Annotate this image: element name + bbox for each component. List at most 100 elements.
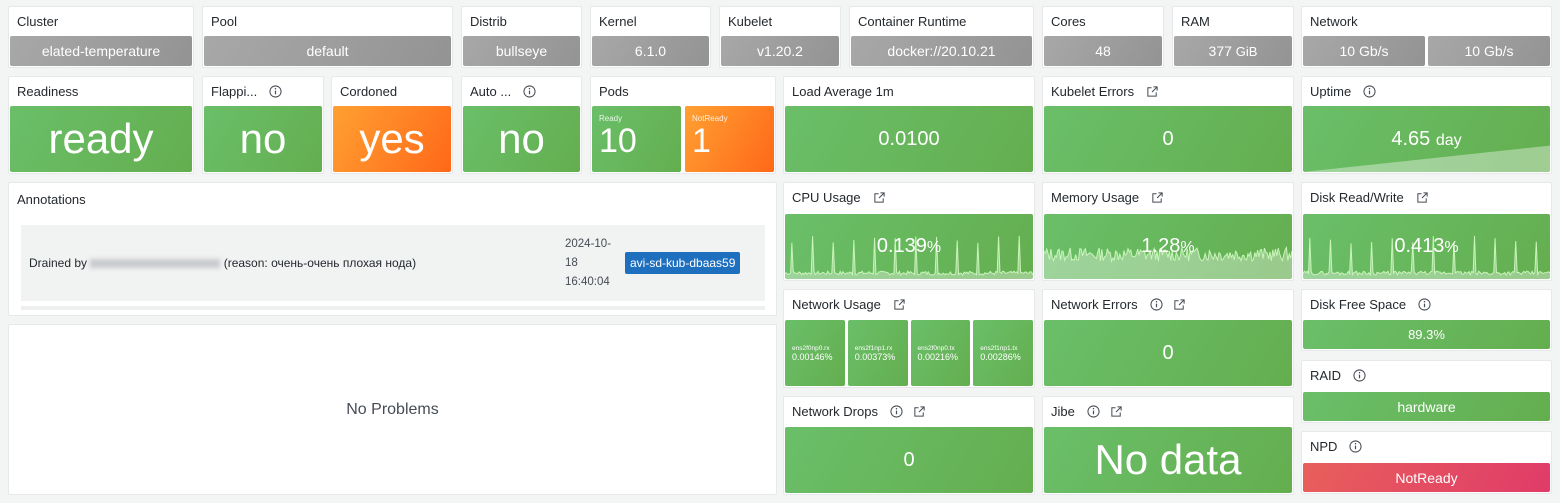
network-usage-item: ens2f0np0.rx 0.00146% bbox=[785, 320, 845, 386]
external-link-icon[interactable] bbox=[1110, 405, 1123, 418]
panel-title-text: NPD bbox=[1310, 439, 1338, 454]
ram-value: 377 GiB bbox=[1174, 36, 1292, 66]
disk-rw-value: 0.413% bbox=[1394, 235, 1458, 258]
external-link-icon[interactable] bbox=[1151, 191, 1164, 204]
panel-title: Kubelet bbox=[728, 14, 773, 29]
panel-title-text: Kubelet Errors bbox=[1051, 84, 1135, 99]
external-link-icon[interactable] bbox=[1416, 191, 1429, 204]
disk-rw-unit: % bbox=[1444, 239, 1459, 256]
panel-title: Disk Free Space bbox=[1302, 290, 1551, 319]
info-icon[interactable] bbox=[1087, 405, 1100, 418]
info-icon[interactable] bbox=[1349, 440, 1363, 453]
external-link-icon[interactable] bbox=[1146, 85, 1159, 98]
memory-number: 1.28 bbox=[1141, 235, 1181, 257]
distrib-panel: Distrib bullseye bbox=[461, 6, 582, 68]
pool-value: default bbox=[204, 36, 451, 66]
annotation-tag[interactable]: avi-sd-kub-dbaas59 bbox=[625, 252, 741, 274]
info-icon[interactable] bbox=[1363, 85, 1376, 98]
panel-title-text: Network Errors bbox=[1051, 297, 1138, 312]
cpu-number: 0.139 bbox=[876, 235, 927, 257]
kernel-value: 6.1.0 bbox=[592, 36, 709, 66]
network-errors-value: 0 bbox=[1044, 320, 1292, 386]
info-icon[interactable] bbox=[1418, 298, 1431, 311]
external-link-icon[interactable] bbox=[913, 405, 926, 418]
annotation-item[interactable]: Drained by (reason: очень-очень плохая н… bbox=[21, 225, 765, 301]
panel-title-text: CPU Usage bbox=[792, 190, 861, 205]
kubelet-errors-panel: Kubelet Errors 0 bbox=[1042, 76, 1294, 174]
ram-panel: RAM 377 GiB bbox=[1172, 6, 1294, 68]
panel-title: CPU Usage bbox=[784, 183, 1034, 212]
annotations-scrollbar[interactable] bbox=[21, 306, 765, 310]
interface-value: 0.00146% bbox=[792, 351, 833, 362]
network-speed-1: 10 Gb/s bbox=[1303, 36, 1425, 66]
info-icon[interactable] bbox=[269, 85, 282, 98]
memory-usage-panel: Memory Usage 1.28% bbox=[1042, 182, 1294, 281]
annotation-timestamp: 2024-10-18 16:40:04 bbox=[565, 235, 617, 292]
cpu-usage-panel: CPU Usage 0.139% bbox=[783, 182, 1035, 281]
kubelet-value: v1.20.2 bbox=[721, 36, 839, 66]
flapping-panel: Flappi... no bbox=[202, 76, 324, 174]
interface-label: ens2f0np0.rx bbox=[792, 344, 830, 352]
interface-value: 0.00216% bbox=[917, 351, 959, 362]
panel-title: Network Drops bbox=[784, 397, 1034, 426]
panel-title-text: Memory Usage bbox=[1051, 190, 1140, 205]
memory-unit: % bbox=[1180, 239, 1195, 256]
raid-panel: RAID hardware bbox=[1301, 360, 1552, 423]
pods-notready: NotReady 1 bbox=[685, 106, 774, 172]
disk-rw-number: 0.413 bbox=[1394, 235, 1445, 257]
ram-unit: GiB bbox=[1235, 43, 1258, 59]
cores-value: 48 bbox=[1044, 36, 1162, 66]
pods-notready-label: NotReady bbox=[692, 114, 728, 123]
uptime-value: 4.65 day bbox=[1391, 128, 1461, 151]
disk-rw-body: 0.413% bbox=[1303, 214, 1550, 279]
panel-title: Network bbox=[1310, 14, 1358, 29]
panel-title: Auto ... bbox=[462, 77, 581, 106]
panel-title-text: RAID bbox=[1310, 368, 1342, 383]
info-icon[interactable] bbox=[1353, 369, 1366, 382]
readiness-value: ready bbox=[10, 106, 192, 172]
info-icon[interactable] bbox=[1150, 298, 1163, 311]
interface-label: ens2f0np0.tx bbox=[917, 344, 955, 352]
external-link-icon[interactable] bbox=[893, 298, 906, 311]
panel-title: Flappi... bbox=[203, 77, 323, 106]
npd-panel: NPD NotReady bbox=[1301, 431, 1552, 494]
panel-title-text: Uptime bbox=[1310, 84, 1352, 99]
panel-title: Kubelet Errors bbox=[1043, 77, 1293, 106]
pods-ready-label: Ready bbox=[599, 114, 623, 123]
panel-title: Memory Usage bbox=[1043, 183, 1293, 212]
external-link-icon[interactable] bbox=[1173, 298, 1186, 311]
pods-ready-value: 10 bbox=[599, 122, 637, 160]
cordoned-panel: Cordoned yes bbox=[331, 76, 453, 174]
jibe-value: No data bbox=[1044, 427, 1292, 493]
ram-number: 377 bbox=[1208, 43, 1232, 59]
raid-value: hardware bbox=[1303, 392, 1550, 421]
panel-title: Annotations bbox=[17, 191, 86, 207]
external-link-icon[interactable] bbox=[873, 191, 886, 204]
pool-panel: Pool default bbox=[202, 6, 453, 68]
panel-title-text: Auto ... bbox=[470, 84, 512, 99]
interface-value: 0.00286% bbox=[980, 351, 1021, 362]
panel-title: Uptime bbox=[1302, 77, 1551, 106]
cores-panel: Cores 48 bbox=[1042, 6, 1164, 68]
annotation-reason: (reason: очень-очень плохая нода) bbox=[223, 255, 417, 270]
cluster-panel: Cluster elated-temperature bbox=[8, 6, 194, 68]
jibe-panel: Jibe No data bbox=[1042, 396, 1294, 495]
annotation-prefix: Drained by bbox=[29, 255, 88, 270]
load-average-panel: Load Average 1m 0.0100 bbox=[783, 76, 1035, 174]
uptime-body: 4.65 day bbox=[1303, 106, 1550, 172]
panel-title: RAM bbox=[1181, 14, 1210, 29]
network-usage-item: ens2f0np0.tx 0.00216% bbox=[910, 320, 971, 386]
info-icon[interactable] bbox=[890, 405, 903, 418]
info-icon[interactable] bbox=[523, 85, 536, 98]
panel-title: Cordoned bbox=[340, 84, 398, 99]
panel-title: Cluster bbox=[17, 14, 59, 29]
panel-title: Distrib bbox=[470, 14, 507, 29]
cpu-value: 0.139% bbox=[877, 235, 941, 258]
kernel-panel: Kernel 6.1.0 bbox=[590, 6, 711, 68]
pods-panel: Pods Ready 10 NotReady 1 bbox=[590, 76, 776, 174]
panel-title-text: Flappi... bbox=[211, 84, 258, 99]
panel-title: Disk Read/Write bbox=[1302, 183, 1551, 212]
panel-title: Cores bbox=[1051, 14, 1086, 29]
cluster-value: elated-temperature bbox=[10, 36, 192, 66]
cpu-body: 0.139% bbox=[785, 214, 1033, 279]
